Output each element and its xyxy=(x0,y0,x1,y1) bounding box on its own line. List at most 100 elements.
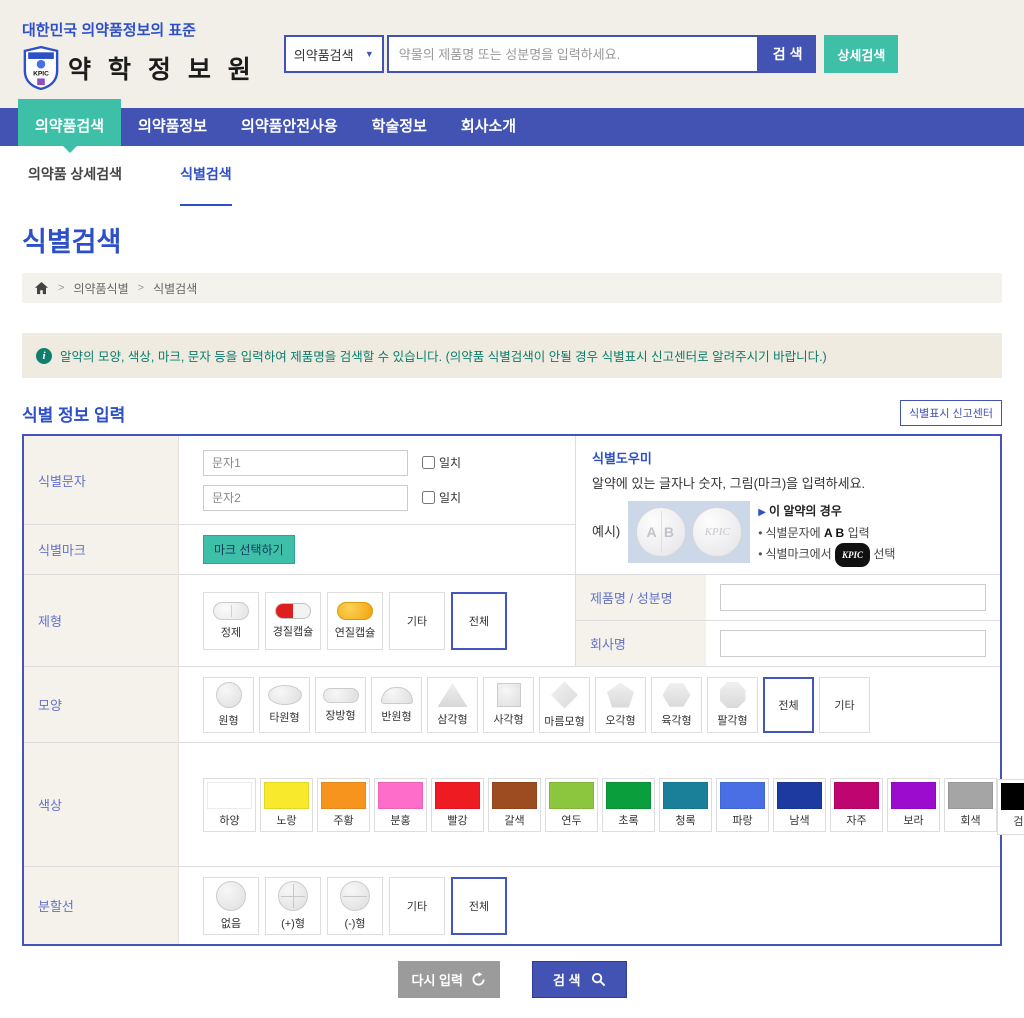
dosage-option[interactable]: 연질캡슐 xyxy=(327,592,383,650)
shape-option[interactable]: 기타 xyxy=(819,677,870,733)
subnav-item[interactable]: 식별검색 xyxy=(180,164,232,206)
breadcrumb-item[interactable]: 식별검색 xyxy=(153,280,197,297)
color-option[interactable]: 자주 xyxy=(830,778,883,832)
section-title: 식별 정보 입력 xyxy=(22,401,125,426)
global-search-bar: 의약품검색 ▼ 검 색 상세검색 xyxy=(284,35,899,73)
global-search-button[interactable]: 검 색 xyxy=(759,35,817,73)
color-option[interactable]: 갈색 xyxy=(488,778,541,832)
shape-option[interactable]: 오각형 xyxy=(595,677,646,733)
row-label-color: 색상 xyxy=(24,743,179,866)
color-option-label: 하양 xyxy=(219,812,239,828)
row-label-shape: 모양 xyxy=(24,667,179,742)
color-option[interactable]: 노랑 xyxy=(260,778,313,832)
color-option[interactable]: 남색 xyxy=(773,778,826,832)
subnav-item[interactable]: 의약품 상세검색 xyxy=(28,164,122,206)
shape-option[interactable]: 마름모형 xyxy=(539,677,590,733)
color-option[interactable]: 초록 xyxy=(602,778,655,832)
score-line-option[interactable]: 없음 xyxy=(203,877,259,935)
triangle-icon xyxy=(438,683,468,707)
shape-option-label: 타원형 xyxy=(269,709,299,725)
example-pill-ab: A B xyxy=(636,507,686,557)
dosage-option[interactable]: 정제 xyxy=(203,592,259,650)
color-swatch xyxy=(492,782,537,809)
reset-button[interactable]: 다시 입력 xyxy=(398,961,500,998)
score-line-option[interactable]: (+)형 xyxy=(265,877,321,935)
shape-option-label: 육각형 xyxy=(661,712,691,728)
search-button[interactable]: 검 색 xyxy=(532,961,627,998)
example-pill-kpic: KPIC xyxy=(692,507,742,557)
nav-item[interactable]: 학술정보 xyxy=(355,108,444,146)
color-option[interactable]: 빨강 xyxy=(431,778,484,832)
row-color: 색상 하양 노랑 주황 xyxy=(24,742,1000,866)
subnav-item-label: 식별검색 xyxy=(180,166,232,182)
company-name-input[interactable] xyxy=(720,630,986,657)
product-name-input[interactable] xyxy=(720,584,986,611)
report-center-button[interactable]: 식별표시 신고센터 xyxy=(900,400,1002,426)
section-head: 식별 정보 입력 식별표시 신고센터 xyxy=(22,400,1002,426)
row-identification-mark: 식별마크 마크 선택하기 xyxy=(24,524,575,574)
identification-helper: 식별도우미 알약에 있는 글자나 숫자, 그림(마크)을 입력하세요. 예시) … xyxy=(576,436,1000,574)
shape-option[interactable]: 타원형 xyxy=(259,677,310,733)
advanced-search-button[interactable]: 상세검색 xyxy=(824,35,898,73)
shape-option[interactable]: 장방형 xyxy=(315,677,366,733)
brand-logo[interactable]: KPIC 약 학 정 보 원 xyxy=(22,46,256,90)
color-option[interactable]: 파랑 xyxy=(716,778,769,832)
form-right: 식별도우미 알약에 있는 글자나 숫자, 그림(마크)을 입력하세요. 예시) … xyxy=(575,436,1000,666)
color-option[interactable]: 주황 xyxy=(317,778,370,832)
diamond-icon xyxy=(551,682,578,709)
nav-item-label: 의약품안전사용 xyxy=(241,118,338,135)
color-swatch xyxy=(549,782,594,809)
score-line-option[interactable]: 전체 xyxy=(451,877,507,935)
shape-option[interactable]: 사각형 xyxy=(483,677,534,733)
color-option[interactable]: 청록 xyxy=(659,778,712,832)
row-label-product: 제품명 / 성분명 xyxy=(576,575,706,620)
nav-item[interactable]: 회사소개 xyxy=(444,108,533,146)
color-swatch xyxy=(264,782,309,809)
page-title: 식별검색 xyxy=(22,220,1002,259)
search-category-select[interactable]: 의약품검색 ▼ xyxy=(284,35,384,73)
shape-option[interactable]: 전체 xyxy=(763,677,814,733)
char1-match-label: 일치 xyxy=(439,454,461,471)
home-icon[interactable] xyxy=(34,281,49,296)
color-option-label: 남색 xyxy=(789,812,809,828)
semicircle-icon xyxy=(381,687,413,704)
color-option[interactable]: 하양 xyxy=(203,778,256,832)
color-option[interactable]: 연두 xyxy=(545,778,598,832)
shape-option[interactable]: 삼각형 xyxy=(427,677,478,733)
shape-option[interactable]: 팔각형 xyxy=(707,677,758,733)
score-none-icon xyxy=(216,881,246,911)
color-option[interactable]: 검정 xyxy=(997,779,1024,835)
color-option[interactable]: 보라 xyxy=(887,778,940,832)
shape-option-label: 오각형 xyxy=(605,712,635,728)
nav-item[interactable]: 의약품안전사용 xyxy=(224,108,355,146)
shape-option[interactable]: 원형 xyxy=(203,677,254,733)
dosage-option-label: 연질캡슐 xyxy=(335,624,375,640)
score-line-option[interactable]: 기타 xyxy=(389,877,445,935)
char1-input[interactable] xyxy=(203,450,408,476)
color-option-label: 분홍 xyxy=(390,812,410,828)
char2-match-checkbox[interactable] xyxy=(422,491,435,504)
shape-option[interactable]: 육각형 xyxy=(651,677,702,733)
select-mark-button[interactable]: 마크 선택하기 xyxy=(203,535,295,564)
score-line-option[interactable]: (-)형 xyxy=(327,877,383,935)
oblong-icon xyxy=(323,688,359,703)
nav-item[interactable]: 의약품검색 xyxy=(18,99,121,146)
shape-option[interactable]: 반원형 xyxy=(371,677,422,733)
subnav-item-label: 의약품 상세검색 xyxy=(28,166,122,182)
char2-input[interactable] xyxy=(203,485,408,511)
info-notice: i 알약의 모양, 색상, 마크, 문자 등을 입력하여 제품명을 검색할 수 … xyxy=(22,333,1002,378)
info-icon: i xyxy=(36,348,52,364)
color-option[interactable]: 분홍 xyxy=(374,778,427,832)
dosage-option[interactable]: 기타 xyxy=(389,592,445,650)
global-search-input[interactable] xyxy=(387,35,759,73)
char1-match: 일치 xyxy=(422,454,461,471)
nav-item-label: 의약품검색 xyxy=(35,118,104,135)
dosage-option[interactable]: 경질캡슐 xyxy=(265,592,321,650)
nav-item[interactable]: 의약품정보 xyxy=(121,108,224,146)
octagon-icon xyxy=(720,682,746,708)
dosage-option[interactable]: 전체 xyxy=(451,592,507,650)
char1-match-checkbox[interactable] xyxy=(422,456,435,469)
breadcrumb-item[interactable]: 의약품식별 xyxy=(73,280,128,297)
color-option[interactable]: 회색 xyxy=(944,778,997,832)
char1-line: 일치 xyxy=(203,450,461,476)
